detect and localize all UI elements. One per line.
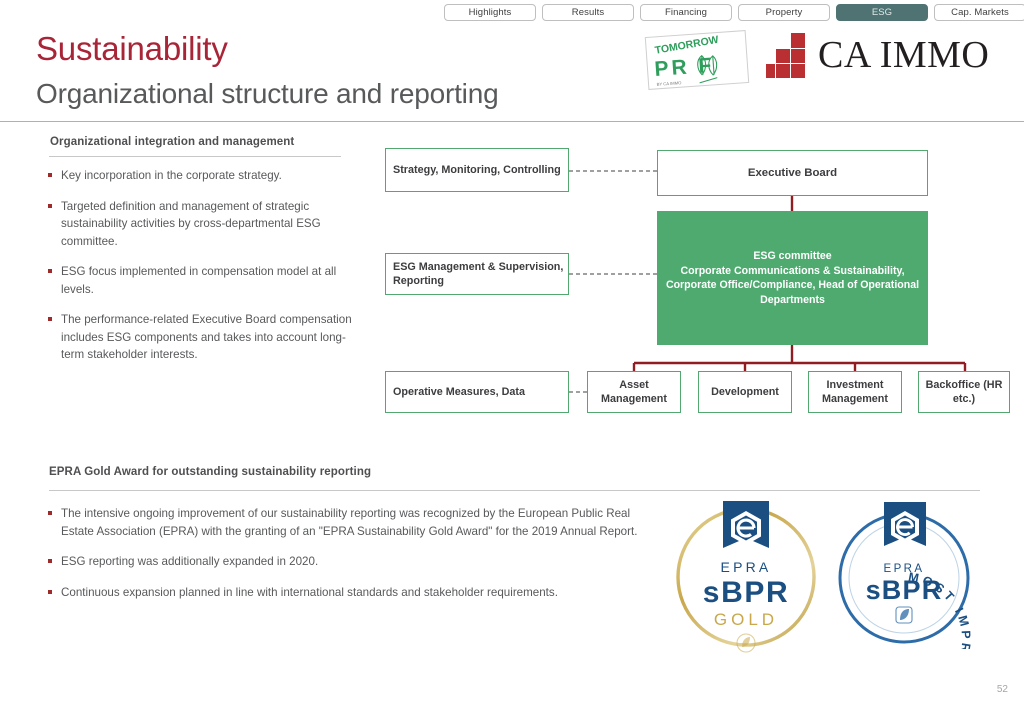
bullet-icon bbox=[48, 559, 52, 563]
list-item: Key incorporation in the corporate strat… bbox=[48, 167, 358, 185]
epra-bullet-list: The intensive ongoing improvement of our… bbox=[48, 505, 653, 614]
tab-property[interactable]: Property bbox=[738, 4, 830, 21]
org-node-esg-committee[interactable]: ESG committee Corporate Communications &… bbox=[657, 211, 928, 345]
list-item-text: The intensive ongoing improvement of our… bbox=[61, 505, 653, 540]
page-number: 52 bbox=[997, 684, 1008, 695]
list-item-text: Key incorporation in the corporate strat… bbox=[61, 167, 282, 185]
org-node-strategy-monitoring[interactable]: Strategy, Monitoring, Controlling bbox=[385, 148, 569, 192]
list-item-text: Continuous expansion planned in line wit… bbox=[61, 584, 558, 602]
org-node-asset-management[interactable]: Asset Management bbox=[587, 371, 681, 413]
org-node-development[interactable]: Development bbox=[698, 371, 792, 413]
page-title: Sustainability bbox=[36, 30, 228, 68]
list-item: The intensive ongoing improvement of our… bbox=[48, 505, 653, 540]
bullet-icon bbox=[48, 317, 52, 321]
list-item: ESG reporting was additionally expanded … bbox=[48, 553, 653, 571]
list-item: The performance-related Executive Board … bbox=[48, 311, 358, 364]
list-item: Targeted definition and management of st… bbox=[48, 198, 358, 251]
section-divider-epra bbox=[49, 490, 980, 491]
list-item-text: ESG reporting was additionally expanded … bbox=[61, 553, 318, 571]
section-divider-organizational bbox=[49, 156, 341, 157]
badge-gold-level: GOLD bbox=[714, 610, 778, 629]
list-item: Continuous expansion planned in line wit… bbox=[48, 584, 653, 602]
org-node-backoffice[interactable]: Backoffice (HR etc.) bbox=[918, 371, 1010, 413]
bullet-icon bbox=[48, 173, 52, 177]
badge-gold-org: EPRA bbox=[721, 559, 772, 575]
top-tab-bar: Highlights Results Financing Property ES… bbox=[444, 4, 1024, 21]
list-item-text: The performance-related Executive Board … bbox=[61, 311, 358, 364]
ca-immo-logo-mark bbox=[766, 33, 814, 84]
tab-esg[interactable]: ESG bbox=[836, 4, 928, 21]
tab-cap-markets[interactable]: Cap. Markets bbox=[934, 4, 1024, 21]
epra-most-improved-award-badge: EPRA sBPR MOST IMPROVED AWARD bbox=[833, 499, 975, 654]
list-item-text: ESG focus implemented in compensation mo… bbox=[61, 263, 358, 298]
bullet-icon bbox=[48, 511, 52, 515]
header-divider bbox=[0, 121, 1024, 122]
list-item: ESG focus implemented in compensation mo… bbox=[48, 263, 358, 298]
bullet-icon bbox=[48, 590, 52, 594]
section-heading-epra: EPRA Gold Award for outstanding sustaina… bbox=[49, 466, 371, 478]
tab-results[interactable]: Results bbox=[542, 4, 634, 21]
org-node-esg-management[interactable]: ESG Management & Supervision, Reporting bbox=[385, 253, 569, 295]
badge-gold-scheme: sBPR bbox=[703, 576, 789, 609]
bullet-icon bbox=[48, 204, 52, 208]
tomorrow-proof-logo: TOMORROW PR F BY CA IMMO bbox=[644, 30, 750, 91]
bullet-icon bbox=[48, 269, 52, 273]
list-item-text: Targeted definition and management of st… bbox=[61, 198, 358, 251]
page-subtitle: Organizational structure and reporting bbox=[36, 78, 498, 110]
org-node-executive-board[interactable]: Executive Board bbox=[657, 150, 928, 196]
section-heading-organizational: Organizational integration and managemen… bbox=[50, 136, 294, 148]
org-node-operative-measures[interactable]: Operative Measures, Data bbox=[385, 371, 569, 413]
tab-financing[interactable]: Financing bbox=[640, 4, 732, 21]
organizational-bullet-list: Key incorporation in the corporate strat… bbox=[48, 167, 358, 377]
epra-gold-award-badge: EPRA sBPR GOLD bbox=[668, 497, 824, 658]
tab-highlights[interactable]: Highlights bbox=[444, 4, 536, 21]
ca-immo-wordmark: CA IMMO bbox=[818, 33, 989, 77]
org-node-investment-management[interactable]: Investment Management bbox=[808, 371, 902, 413]
